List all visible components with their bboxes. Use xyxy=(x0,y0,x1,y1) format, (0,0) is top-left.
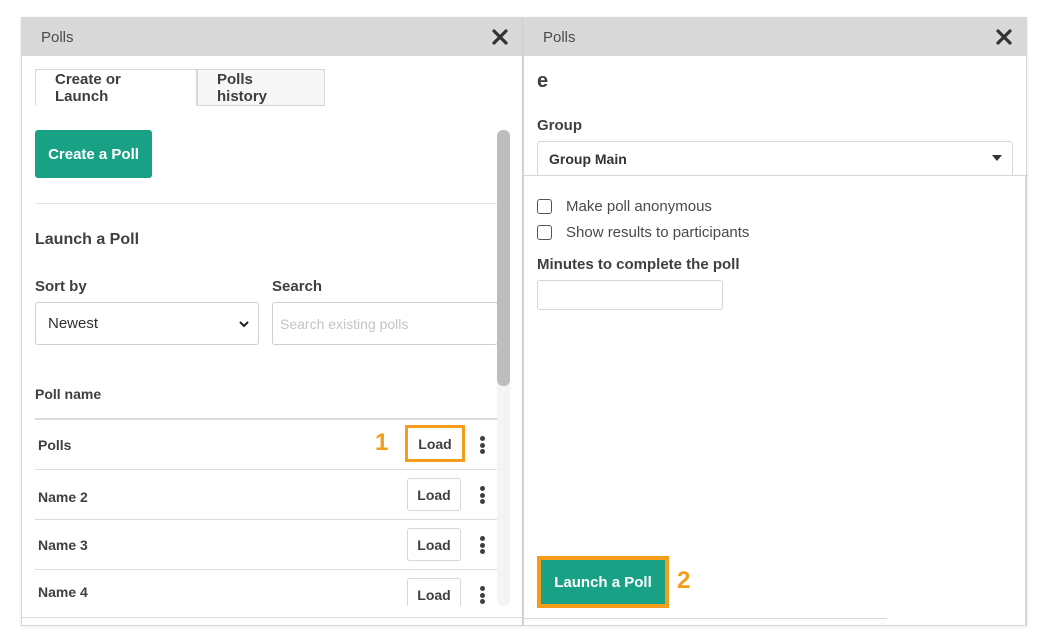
poll-row: Name 2 Load xyxy=(35,470,497,520)
poll-row: Name 4 Load xyxy=(35,570,497,606)
load-button[interactable]: Load xyxy=(407,478,461,511)
tab-polls-history[interactable]: Polls history xyxy=(197,69,325,106)
sort-by-label: Sort by xyxy=(35,278,87,295)
scrollbar[interactable] xyxy=(497,130,510,606)
divider xyxy=(35,203,497,204)
load-button[interactable]: Load xyxy=(405,425,465,462)
tab-bar: Create or Launch Polls history xyxy=(35,69,325,106)
close-button[interactable] xyxy=(994,27,1014,47)
scrollbar-thumb[interactable] xyxy=(497,130,510,386)
poll-row: Polls 1 Load xyxy=(35,420,497,470)
search-placeholder: Search existing polls xyxy=(280,315,409,332)
checkbox-label: Make poll anonymous xyxy=(566,198,712,215)
poll-row: Name 3 Load xyxy=(35,520,497,570)
panel-header: Polls xyxy=(22,18,522,56)
divider xyxy=(1025,175,1026,625)
poll-title: e xyxy=(537,70,549,92)
step-marker-1: 1 xyxy=(375,429,389,456)
group-label: Group xyxy=(537,117,582,134)
minutes-label: Minutes to complete the poll xyxy=(537,256,740,273)
column-header-poll-name: Poll name xyxy=(35,386,102,402)
panel-header: Polls xyxy=(524,18,1026,56)
checkbox[interactable] xyxy=(537,225,552,240)
more-options-icon[interactable] xyxy=(480,586,486,604)
sort-by-select[interactable]: Newest xyxy=(35,302,259,345)
tab-create-or-launch[interactable]: Create or Launch xyxy=(35,69,197,106)
panel-title: Polls xyxy=(41,28,74,46)
more-options-icon[interactable] xyxy=(480,436,486,454)
minutes-input[interactable] xyxy=(537,280,723,310)
divider xyxy=(524,175,1028,176)
poll-name: Name 4 xyxy=(38,584,88,600)
search-input[interactable]: Search existing polls xyxy=(272,302,498,345)
anonymous-checkbox[interactable]: Make poll anonymous xyxy=(537,198,712,215)
poll-name: Name 3 xyxy=(38,537,88,553)
panel-footer-border xyxy=(22,617,522,625)
load-button[interactable]: Load xyxy=(407,528,461,561)
launch-poll-heading: Launch a Poll xyxy=(35,231,140,248)
close-button[interactable] xyxy=(490,27,510,47)
sort-by-value: Newest xyxy=(48,315,99,332)
load-button[interactable]: Load xyxy=(407,578,461,606)
polls-panel-left: Polls Create or Launch Polls history Cre… xyxy=(21,17,523,626)
poll-name: Polls xyxy=(38,437,72,453)
launch-poll-button[interactable]: Launch a Poll xyxy=(537,556,669,608)
divider xyxy=(524,618,887,619)
close-icon xyxy=(996,29,1012,45)
checkbox[interactable] xyxy=(537,199,552,214)
panel-title: Polls xyxy=(543,28,576,46)
show-results-checkbox[interactable]: Show results to participants xyxy=(537,224,749,241)
group-select[interactable]: Group Main xyxy=(537,141,1013,176)
step-marker-2: 2 xyxy=(677,567,691,594)
checkbox-label: Show results to participants xyxy=(566,224,750,241)
more-options-icon[interactable] xyxy=(480,486,486,504)
chevron-down-icon xyxy=(239,321,249,328)
create-poll-button[interactable]: Create a Poll xyxy=(35,130,152,178)
group-value: Group Main xyxy=(549,150,627,167)
poll-name: Name 2 xyxy=(38,489,88,505)
search-label: Search xyxy=(272,278,323,295)
caret-down-icon xyxy=(992,155,1002,161)
polls-panel-right: Polls e Group Group Main Make poll anony… xyxy=(523,17,1028,626)
close-icon xyxy=(492,29,508,45)
more-options-icon[interactable] xyxy=(480,536,486,554)
